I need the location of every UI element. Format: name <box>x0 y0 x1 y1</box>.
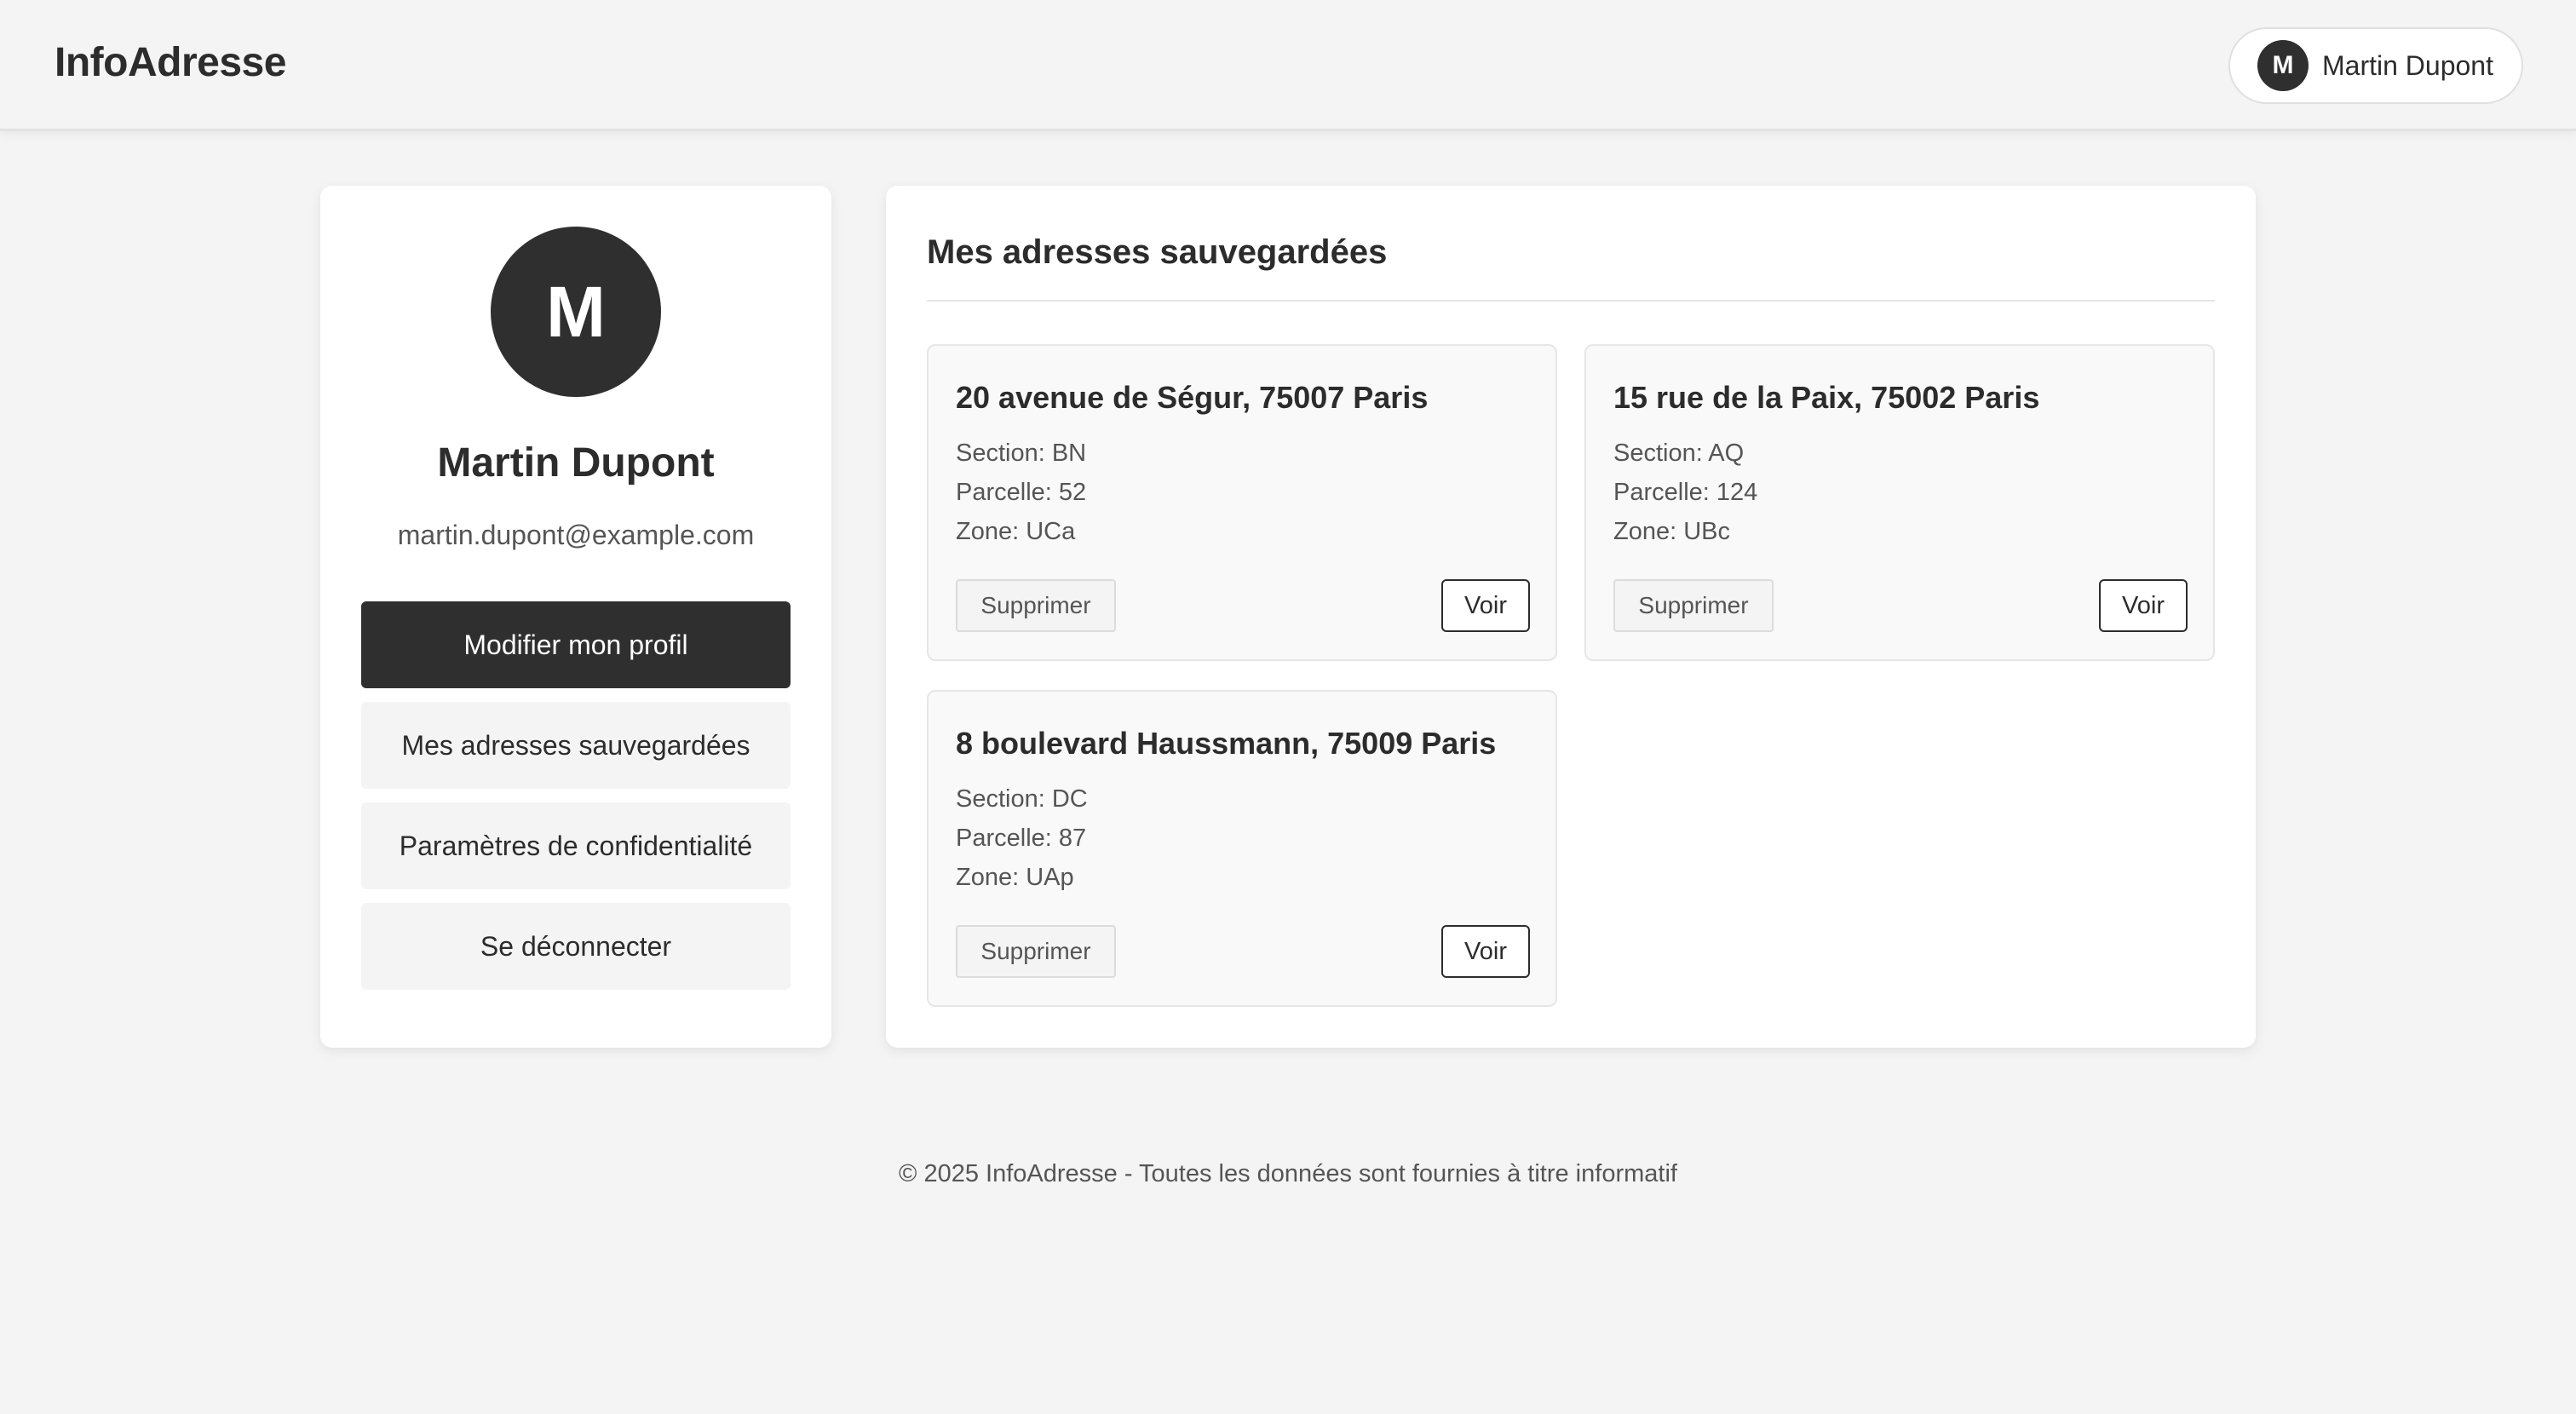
user-name: Martin Dupont <box>2322 49 2493 81</box>
address-section: Section: AQ <box>1613 440 1745 467</box>
delete-button[interactable]: Supprimer <box>1613 579 1774 632</box>
address-parcel: Parcelle: 52 <box>956 479 1087 506</box>
address-card: 15 rue de la Paix, 75002 Paris Section: … <box>1584 344 2215 661</box>
saved-addresses-button[interactable]: Mes adresses sauvegardées <box>361 702 791 789</box>
logout-button[interactable]: Se déconnecter <box>361 903 791 990</box>
top-bar: InfoAdresse M Martin Dupont <box>0 0 2576 131</box>
profile-card: M Martin Dupont martin.dupont@example.co… <box>320 186 831 1048</box>
address-zone: Zone: UAp <box>956 864 1074 891</box>
view-button[interactable]: Voir <box>2099 579 2188 632</box>
address-section: Section: BN <box>956 440 1087 467</box>
divider <box>927 300 2215 302</box>
saved-addresses-panel: Mes adresses sauvegardées 20 avenue de S… <box>886 186 2256 1048</box>
avatar: M <box>2257 40 2309 91</box>
address-parcel: Parcelle: 87 <box>956 825 1087 852</box>
address-section: Section: DC <box>956 785 1088 813</box>
view-button[interactable]: Voir <box>1441 579 1530 632</box>
address-card: 8 boulevard Haussmann, 75009 Paris Secti… <box>927 690 1557 1007</box>
address-zone: Zone: UCa <box>956 518 1076 545</box>
address-title: 20 avenue de Ségur, 75007 Paris <box>956 380 1429 415</box>
address-zone: Zone: UBc <box>1613 518 1730 545</box>
edit-profile-button[interactable]: Modifier mon profil <box>361 601 791 688</box>
footer-text: © 2025 InfoAdresse - Toutes les données … <box>899 1160 1677 1187</box>
panel-title: Mes adresses sauvegardées <box>927 233 1388 271</box>
user-menu-button[interactable]: M Martin Dupont <box>2228 27 2523 104</box>
profile-name: Martin Dupont <box>437 440 715 486</box>
brand-logo[interactable]: InfoAdresse <box>55 39 286 86</box>
address-title: 15 rue de la Paix, 75002 Paris <box>1613 380 2040 415</box>
privacy-settings-button[interactable]: Paramètres de confidentialité <box>361 802 791 889</box>
address-parcel: Parcelle: 124 <box>1613 479 1758 506</box>
view-button[interactable]: Voir <box>1441 925 1530 978</box>
address-card: 20 avenue de Ségur, 75007 Paris Section:… <box>927 344 1557 661</box>
profile-avatar: M <box>491 227 661 397</box>
address-title: 8 boulevard Haussmann, 75009 Paris <box>956 726 1497 761</box>
profile-email: martin.dupont@example.com <box>397 520 755 550</box>
delete-button[interactable]: Supprimer <box>956 925 1116 978</box>
delete-button[interactable]: Supprimer <box>956 579 1116 632</box>
